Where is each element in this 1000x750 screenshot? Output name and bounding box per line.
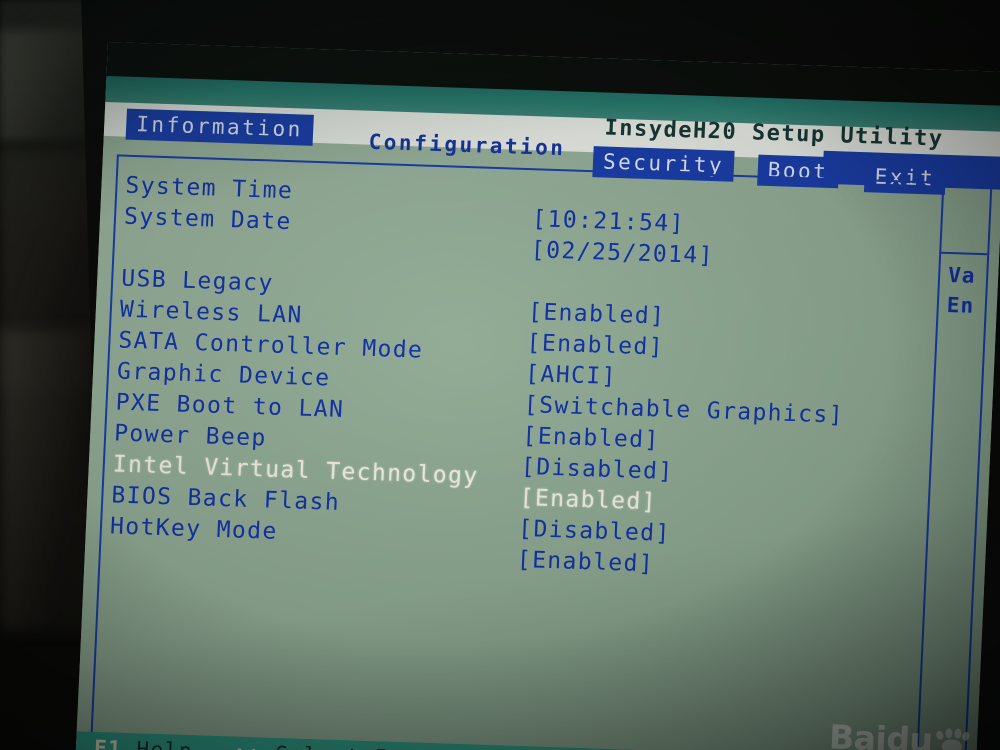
photo-of-laptop-screen: InsydeH20 Setup Utility Information Conf… [0,0,1000,750]
help-panel-line-1: Va [947,262,977,288]
function-key-f1[interactable]: F1 Help [93,736,193,750]
watermark-brand: Baidu 经验 [828,714,1000,750]
tab-information[interactable]: Information [125,108,314,146]
baidu-watermark: Baidu 经验 jingyan.baidu.com [827,714,1000,750]
help-panel-line-2: En [946,292,975,318]
room-background-bottom [0,330,95,630]
help-panel: Va En [946,260,976,321]
settings-label-column: System Time System Date USB Legacy Wirel… [109,171,492,555]
tab-configuration[interactable]: Configuration [358,126,576,164]
lcd-screen: InsydeH20 Setup Utility Information Conf… [75,42,1000,750]
baidu-paw-icon [935,727,972,750]
function-key-arrows-key: ↑↓ [233,741,262,750]
function-key-f1-key: F1 [93,735,123,750]
watermark-brand-text: Baidu [828,717,934,750]
function-key-f1-label: Help [136,737,194,750]
settings-value-column: [10:21:54] [02/25/2014] [Enabled] [Enabl… [516,204,853,586]
